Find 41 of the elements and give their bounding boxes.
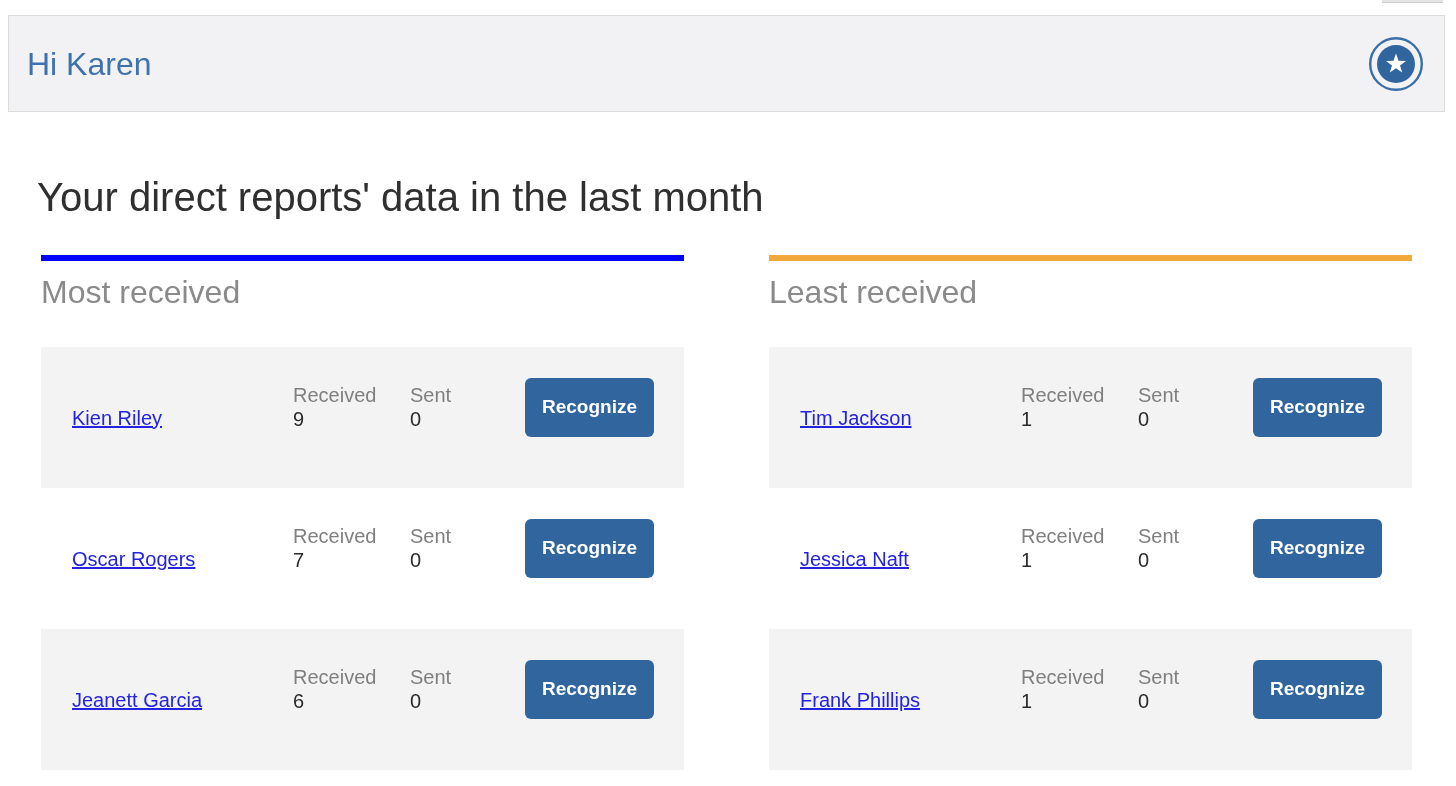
person-name-link[interactable]: Kien Riley: [72, 405, 163, 430]
stat-value: 7: [293, 548, 305, 572]
stat-label: Received: [293, 383, 377, 407]
stat-value: 0: [410, 548, 422, 572]
stat-value: 0: [410, 407, 422, 431]
person-name-link[interactable]: Frank Phillips: [800, 687, 921, 712]
stat-label: Sent: [410, 383, 452, 407]
section-title: Most received: [41, 273, 242, 311]
recognize-button[interactable]: Recognize: [525, 659, 654, 719]
stat-value: 0: [1138, 548, 1150, 572]
stat-label: Received: [293, 665, 377, 689]
person-name-link[interactable]: Jeanett Garcia: [72, 687, 203, 712]
stat-value: 1: [1021, 407, 1033, 431]
stat-label: Sent: [1138, 665, 1180, 689]
stat-label: Sent: [1138, 383, 1180, 407]
recognize-button[interactable]: Recognize: [1253, 659, 1382, 719]
stat-value: 0: [410, 689, 422, 713]
stat-label: Received: [293, 524, 377, 548]
recognize-button[interactable]: Recognize: [1253, 518, 1382, 578]
stat-value: 1: [1021, 548, 1033, 572]
recognize-button[interactable]: Recognize: [1253, 377, 1382, 437]
stat-value: 6: [293, 689, 305, 713]
recognize-button[interactable]: Recognize: [525, 518, 654, 578]
stat-label: Sent: [410, 665, 452, 689]
page-title: Your direct reports' data in the last month: [37, 174, 765, 221]
stat-value: 0: [1138, 407, 1150, 431]
stat-value: 0: [1138, 689, 1150, 713]
stat-label: Sent: [1138, 524, 1180, 548]
person-name-link[interactable]: Oscar Rogers: [72, 546, 196, 571]
recognize-button[interactable]: Recognize: [525, 377, 654, 437]
stat-label: Received: [1021, 665, 1105, 689]
person-name-link[interactable]: Tim Jackson: [800, 405, 912, 430]
person-name-link[interactable]: Jessica Naft: [800, 546, 909, 571]
stat-label: Received: [1021, 524, 1105, 548]
star-badge-icon[interactable]: [1369, 36, 1423, 91]
stat-label: Sent: [410, 524, 452, 548]
stat-label: Received: [1021, 383, 1105, 407]
greeting-text: Hi Karen: [27, 44, 152, 84]
stat-value: 9: [293, 407, 305, 431]
section-title: Least received: [769, 273, 979, 311]
stat-value: 1: [1021, 689, 1033, 713]
